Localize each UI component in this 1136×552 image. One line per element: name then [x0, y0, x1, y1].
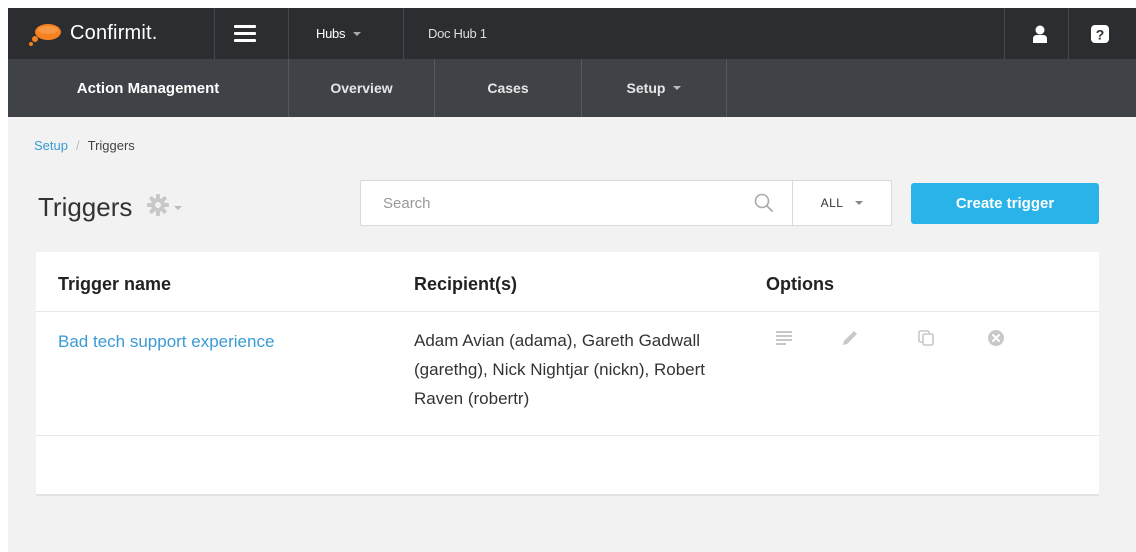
menu-icon[interactable]	[230, 8, 260, 59]
gear-icon	[146, 193, 170, 222]
delete-icon[interactable]	[986, 328, 1006, 348]
filter-dropdown[interactable]: ALL	[793, 181, 891, 225]
help-icon[interactable]: ?	[1080, 8, 1120, 59]
app-frame: Confirmit. Hubs Doc Hub 1 ? Action Manag…	[8, 8, 1136, 552]
chevron-down-icon	[673, 86, 682, 90]
divider	[214, 8, 215, 59]
filter-value: ALL	[820, 196, 844, 210]
breadcrumb-current: Triggers	[87, 138, 135, 153]
chevron-down-icon	[353, 31, 362, 36]
section-title[interactable]: Action Management	[8, 59, 288, 117]
logo-text: Confirmit.	[70, 22, 158, 44]
breadcrumb-setup[interactable]: Setup	[34, 138, 68, 153]
divider	[1068, 8, 1069, 59]
title-row: Triggers	[38, 192, 183, 223]
breadcrumb-separator: /	[75, 138, 80, 153]
tab-setup-label: Setup	[626, 80, 666, 96]
divider	[403, 8, 404, 59]
column-header-options: Options	[766, 274, 834, 294]
tab-overview[interactable]: Overview	[289, 59, 434, 117]
user-icon[interactable]	[1028, 8, 1052, 59]
hubs-label: Hubs	[316, 26, 346, 41]
settings-dropdown[interactable]	[146, 193, 183, 222]
divider	[288, 8, 289, 59]
search-box: ALL	[360, 180, 892, 226]
divider	[726, 59, 727, 117]
chevron-down-icon	[174, 205, 183, 210]
divider	[1004, 8, 1005, 59]
tab-cases[interactable]: Cases	[435, 59, 581, 117]
search-input[interactable]	[361, 181, 791, 225]
current-hub: Doc Hub 1	[428, 26, 487, 41]
recipients-cell: Adam Avian (adama), Gareth Gadwall (gare…	[414, 331, 705, 408]
edit-icon[interactable]	[840, 328, 860, 348]
logo[interactable]: Confirmit.	[28, 8, 158, 59]
breadcrumb: Setup / Triggers	[34, 138, 135, 153]
trigger-name-link[interactable]: Bad tech support experience	[58, 332, 274, 352]
column-header-recipients: Recipient(s)	[414, 274, 518, 294]
row-divider	[36, 435, 1099, 436]
chevron-down-icon	[855, 201, 864, 205]
tab-setup[interactable]: Setup	[582, 59, 726, 117]
search-icon[interactable]	[753, 192, 775, 214]
page-title: Triggers	[38, 192, 133, 222]
logo-icon	[28, 23, 62, 46]
copy-icon[interactable]	[916, 328, 936, 348]
column-header-trigger-name: Trigger name	[58, 274, 172, 294]
section-navbar: Action Management Overview Cases Setup	[8, 59, 1136, 117]
triggers-table: Trigger name Recipient(s) Options Bad te…	[36, 252, 1099, 496]
create-trigger-button[interactable]: Create trigger	[911, 183, 1099, 224]
hubs-dropdown[interactable]: Hubs	[316, 8, 362, 59]
top-navbar: Confirmit. Hubs Doc Hub 1 ?	[8, 8, 1136, 59]
header-divider	[36, 311, 1099, 312]
details-icon[interactable]	[774, 328, 794, 348]
svg-text:?: ?	[1096, 26, 1105, 42]
